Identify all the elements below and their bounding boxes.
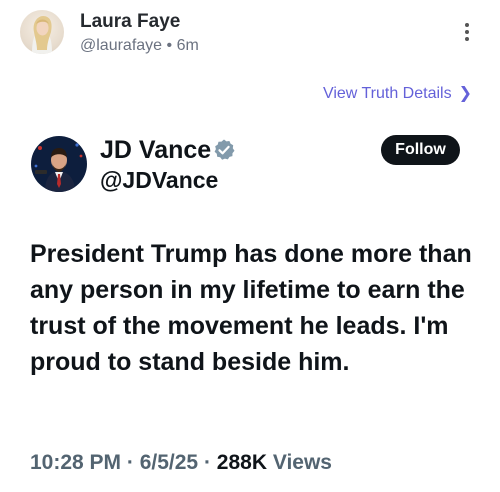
tweet-time: 10:28 PM [30,451,122,474]
avatar-photo [32,16,52,54]
author-avatar[interactable] [20,10,64,54]
author-name[interactable]: Laura Faye [80,11,180,33]
meta-dot: · [198,451,217,474]
author-meta: @laurafaye • 6m [80,37,199,55]
post-time: 6m [176,37,199,54]
tweet-text: President Trump has done more than any p… [30,240,472,376]
meta-separator: • [166,37,173,54]
view-details-label: View Truth Details [322,85,452,102]
post-header: Laura Faye @laurafaye • 6m [0,0,500,70]
quoted-avatar[interactable] [31,136,87,192]
views-count: 288K [216,451,267,474]
view-details-link[interactable]: View Truth Details ❯ [323,83,472,103]
quoted-handle[interactable]: @JDVance [100,167,218,194]
tweet-meta: 10:28 PM · 6/5/25 · 288K Views [30,451,332,475]
quoted-avatar-photo [31,136,87,192]
author-handle[interactable]: @laurafaye [80,37,162,54]
tweet-date: 6/5/25 [139,451,199,474]
chevron-right-icon: ❯ [458,85,472,102]
verified-badge-icon [214,139,235,160]
more-vertical-icon[interactable] [460,20,474,48]
meta-dot: · [121,451,140,474]
views-label: Views [266,451,332,474]
follow-button[interactable]: Follow [381,135,460,165]
quoted-name[interactable]: JD Vance [100,136,211,165]
